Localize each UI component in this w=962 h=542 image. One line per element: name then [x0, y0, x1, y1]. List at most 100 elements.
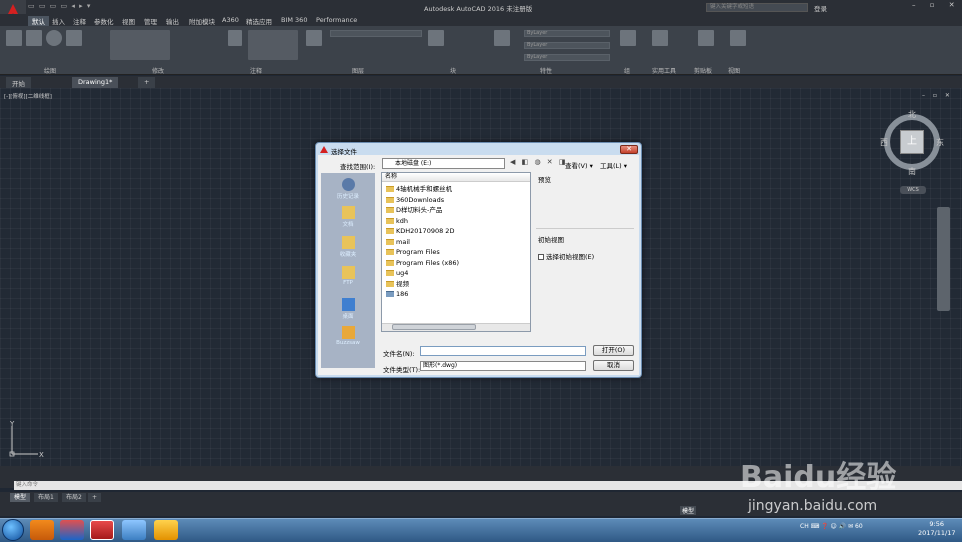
window-controls[interactable]: – ▫ ✕ — [912, 1, 961, 9]
navigation-bar[interactable] — [937, 207, 950, 311]
viewport-window-controls[interactable]: – ▫ ✕ — [922, 92, 953, 99]
cancel-button[interactable]: 取消 — [593, 360, 634, 371]
taskbar-clock[interactable]: 9:56 2017/11/17 — [918, 520, 955, 538]
place-favorites[interactable]: 收藏夹 — [321, 236, 375, 258]
panel-block[interactable]: 块 — [450, 66, 456, 75]
place-buzzsaw[interactable]: Buzzsaw — [321, 326, 375, 346]
panel-properties[interactable]: 特性 — [540, 66, 552, 75]
list-item[interactable]: ug4 — [386, 268, 408, 278]
wcs-menu[interactable]: WCS — [900, 186, 926, 194]
lookin-select[interactable]: 本地磁盘 (E:) — [382, 158, 505, 169]
modify-tools-icon[interactable] — [110, 30, 170, 60]
panel-draw[interactable]: 绘图 — [44, 66, 56, 75]
paste-icon[interactable] — [698, 30, 714, 46]
tab-performance[interactable]: Performance — [316, 16, 357, 24]
list-item[interactable]: 视频 — [386, 279, 409, 289]
layout-tab-model[interactable]: 模型 — [10, 493, 31, 502]
list-item[interactable]: 4轴机械手和螺丝机 — [386, 184, 452, 194]
arc-tool-icon[interactable] — [66, 30, 82, 46]
base-view-icon[interactable] — [730, 30, 746, 46]
taskbar-autocad-icon[interactable] — [90, 520, 114, 540]
panel-clipboard[interactable]: 剪贴板 — [694, 66, 712, 75]
column-header-name[interactable]: 名称 — [382, 173, 530, 182]
tab-view[interactable]: 视图 — [122, 16, 135, 26]
panel-annotation[interactable]: 注释 — [250, 66, 262, 75]
file-tab-start[interactable]: 开始 — [6, 77, 31, 88]
place-desktop[interactable]: 桌面 — [321, 298, 375, 320]
compass-north[interactable]: 北 — [908, 109, 916, 120]
select-initial-view-checkbox[interactable]: 选择初始视图(E) — [538, 251, 594, 261]
tab-bim360[interactable]: BIM 360 — [281, 16, 307, 24]
layer-properties-icon[interactable] — [306, 30, 322, 46]
place-documents[interactable]: 文档 — [321, 206, 375, 228]
tools-menu[interactable]: 工具(L) ▾ — [600, 160, 627, 170]
panel-groups[interactable]: 组 — [624, 66, 630, 75]
tab-insert[interactable]: 插入 — [52, 16, 65, 26]
search-input[interactable]: 键入关键字或短语 — [706, 3, 808, 12]
view-menu[interactable]: 查看(V) ▾ — [565, 160, 593, 170]
list-item[interactable]: D样切料头-产品 — [386, 205, 442, 215]
system-tray[interactable]: CH ⌨ ❓ ☺ 🔊 ✉ 60 — [800, 523, 863, 530]
polyline-tool-icon[interactable] — [26, 30, 42, 46]
filetype-select[interactable]: 图形(*.dwg) — [420, 361, 586, 371]
layout-tab-add[interactable]: + — [88, 493, 102, 502]
folder-icon — [386, 239, 394, 245]
login-link[interactable]: 登录 — [814, 3, 827, 13]
list-item[interactable]: KDH20170908 2D — [386, 226, 454, 236]
text-tool-icon[interactable] — [228, 30, 242, 46]
quick-access-toolbar[interactable]: ▭ ▭ ▭ ▭ ◂ ▸ ▾ — [28, 2, 91, 10]
tab-a360[interactable]: A360 — [222, 16, 239, 24]
compass-south[interactable]: 南 — [908, 166, 916, 177]
filename-input[interactable] — [420, 346, 586, 356]
tab-annotate[interactable]: 注释 — [73, 16, 86, 26]
list-item[interactable]: Program Files (x86) — [386, 258, 459, 268]
viewcube-top-face[interactable]: 上 — [900, 130, 924, 154]
taskbar-explorer-icon[interactable] — [122, 520, 146, 540]
lineweight-dropdown[interactable]: ByLayer — [524, 54, 610, 61]
tab-manage[interactable]: 管理 — [144, 16, 157, 26]
list-item[interactable]: 360Downloads — [386, 195, 444, 205]
layout-tab-layout1[interactable]: 布局1 — [34, 493, 58, 502]
annotation-tools-icon[interactable] — [248, 30, 298, 60]
panel-utilities[interactable]: 实用工具 — [652, 66, 676, 75]
status-model-button[interactable]: 模型 — [680, 506, 697, 515]
tab-default[interactable]: 默认 — [28, 16, 49, 26]
place-history[interactable]: 历史记录 — [321, 178, 375, 200]
dialog-close-button[interactable]: ✕ — [620, 145, 638, 154]
new-tab-button[interactable]: + — [138, 77, 156, 88]
taskbar-app-icon[interactable] — [30, 520, 54, 540]
group-icon[interactable] — [620, 30, 636, 46]
compass-east[interactable]: 东 — [936, 137, 944, 148]
panel-view[interactable]: 视图 — [728, 66, 740, 75]
tab-parametric[interactable]: 参数化 — [94, 16, 114, 26]
linetype-dropdown[interactable]: ByLayer — [524, 42, 610, 49]
taskbar-browser-icon[interactable] — [60, 520, 84, 540]
layer-dropdown[interactable] — [330, 30, 422, 37]
circle-tool-icon[interactable] — [46, 30, 62, 46]
place-ftp[interactable]: FTP — [321, 266, 375, 286]
measure-icon[interactable] — [652, 30, 668, 46]
list-item[interactable]: kdh — [386, 216, 408, 226]
tab-addins[interactable]: 附加模块 — [189, 16, 215, 26]
viewport-controls-label[interactable]: [-][俯视][二维线框] — [4, 92, 52, 100]
panel-layers[interactable]: 图层 — [352, 66, 364, 75]
checkbox-box[interactable] — [538, 254, 544, 260]
taskbar-p-icon[interactable] — [154, 520, 178, 540]
windows-start-button[interactable] — [2, 519, 24, 541]
compass-west[interactable]: 西 — [880, 137, 888, 148]
list-item[interactable]: 186 — [386, 289, 408, 299]
layout-tab-layout2[interactable]: 布局2 — [62, 493, 86, 502]
dialog-nav-toolbar[interactable]: ◀ ◧ ◍ ✕ ◨ — [510, 158, 567, 166]
list-item[interactable]: mail — [386, 237, 410, 247]
tab-featured-apps[interactable]: 精选应用 — [246, 16, 272, 26]
file-tab-drawing1[interactable]: Drawing1* — [72, 77, 119, 88]
open-button[interactable]: 打开(O) — [593, 345, 634, 356]
panel-modify[interactable]: 修改 — [152, 66, 164, 75]
tab-output[interactable]: 输出 — [166, 16, 179, 26]
line-tool-icon[interactable] — [6, 30, 22, 46]
scrollbar-thumb[interactable] — [392, 324, 476, 330]
list-item[interactable]: Program Files — [386, 247, 440, 257]
insert-block-icon[interactable] — [428, 30, 444, 46]
match-properties-icon[interactable] — [494, 30, 510, 46]
color-dropdown[interactable]: ByLayer — [524, 30, 610, 37]
